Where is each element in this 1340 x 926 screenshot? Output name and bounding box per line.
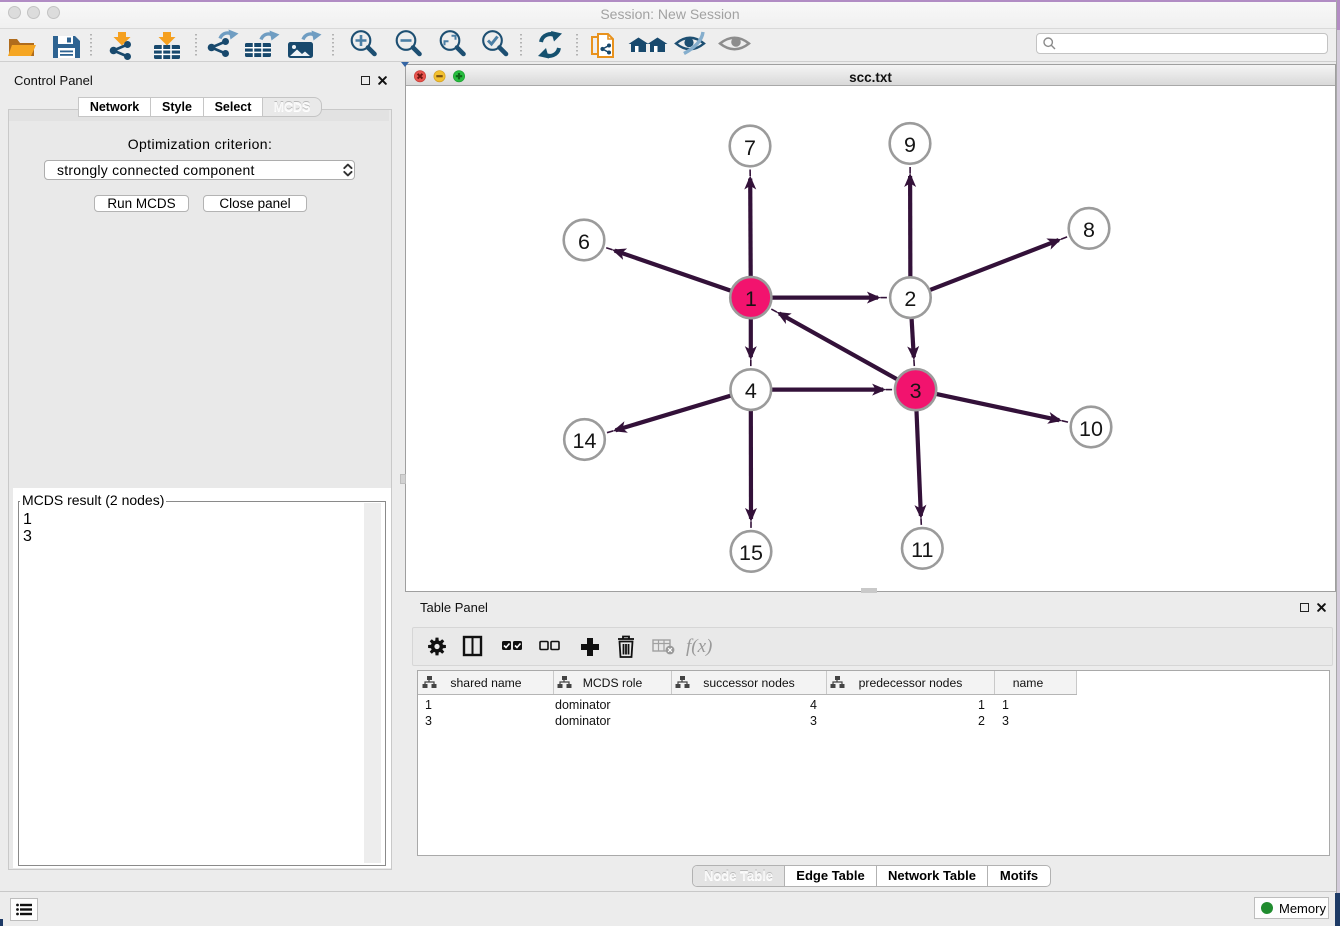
svg-text:predecessor nodes: predecessor nodes <box>859 676 963 690</box>
svg-text:MCDS role: MCDS role <box>583 676 643 690</box>
svg-text:shared name: shared name <box>450 676 521 690</box>
svg-text:name: name <box>1013 676 1044 690</box>
svg-text:f(x): f(x) <box>686 636 712 657</box>
svg-text:successor nodes: successor nodes <box>703 676 794 690</box>
